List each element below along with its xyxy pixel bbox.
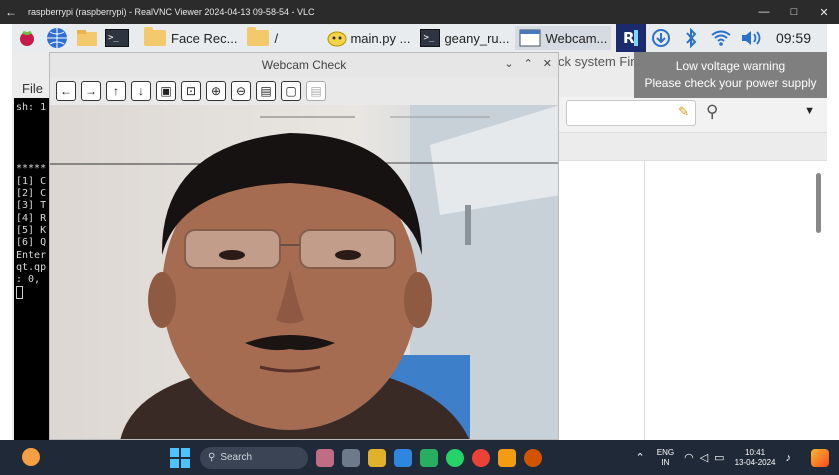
low-voltage-warning[interactable]: Low voltage warning Please check your po… bbox=[634, 52, 827, 98]
svg-text:R: R bbox=[623, 29, 635, 47]
powerpoint-icon[interactable] bbox=[524, 448, 542, 467]
chevron-up-icon[interactable]: ⌃ bbox=[636, 451, 645, 464]
back-icon[interactable]: ← bbox=[56, 81, 76, 101]
terminal-cursor bbox=[16, 286, 23, 300]
geany-window-title: ck system Fin bbox=[558, 54, 638, 69]
webcam-image bbox=[50, 105, 558, 439]
folder-icon bbox=[144, 27, 166, 46]
windows-clock[interactable]: 10:41 13-04-2024 bbox=[735, 448, 776, 468]
close-icon[interactable]: ✕ bbox=[543, 57, 552, 70]
whatsapp-icon[interactable] bbox=[446, 448, 464, 467]
down-icon[interactable]: ↓ bbox=[131, 81, 151, 101]
chrome-icon[interactable] bbox=[472, 448, 490, 467]
webcam-toolbar: ← → ↑ ↓ ▣ ⊡ ⊕ ⊖ ▤ ▢ ▤ bbox=[50, 77, 558, 105]
warning-message: Please check your power supply bbox=[644, 76, 817, 90]
windows-search-box[interactable]: ⚲ Search bbox=[200, 446, 308, 469]
webcam-titlebar[interactable]: Webcam Check ⌄ ⌃ ✕ bbox=[50, 53, 558, 77]
notification-bell-icon[interactable]: ♪ bbox=[786, 452, 792, 464]
edge-browser-icon[interactable] bbox=[394, 448, 412, 467]
geany-search-input[interactable]: ✎ bbox=[566, 100, 696, 126]
vnc-server-icon[interactable]: R bbox=[615, 24, 646, 52]
vlc-icon[interactable] bbox=[498, 448, 516, 467]
windows-start-icon[interactable] bbox=[170, 447, 190, 468]
wifi-icon[interactable]: ◠ bbox=[684, 451, 694, 464]
web-browser-icon[interactable] bbox=[44, 27, 70, 49]
volume-icon[interactable] bbox=[736, 24, 766, 52]
zoom-out-icon[interactable]: ⊖ bbox=[231, 81, 251, 101]
taskbar-item-webcam[interactable]: Webcam... bbox=[515, 26, 612, 50]
geany-editor-area bbox=[558, 160, 827, 441]
dropdown-arrow-icon[interactable]: ▼ bbox=[804, 105, 815, 117]
windows-taskbar: ⚲ Search ⌃ ENG IN ◠ ◁ ▭ 10:41 13-04-2024… bbox=[0, 440, 839, 475]
fit-image-icon[interactable]: ▣ bbox=[156, 81, 176, 101]
webcam-window-title: Webcam Check bbox=[261, 58, 347, 72]
zoom-in-icon[interactable]: ⊕ bbox=[206, 81, 226, 101]
copilot-icon[interactable] bbox=[811, 448, 829, 467]
minimize-button[interactable]: — bbox=[749, 6, 779, 18]
file-explorer-icon[interactable] bbox=[368, 448, 386, 467]
search-icon: ⚲ bbox=[208, 452, 216, 463]
app-icon[interactable] bbox=[342, 448, 360, 467]
geany-icon bbox=[327, 31, 347, 47]
up-icon[interactable]: ↑ bbox=[106, 81, 126, 101]
pi-clock: 09:59 bbox=[775, 30, 811, 46]
windows-system-tray: ⌃ ENG IN ◠ ◁ ▭ 10:41 13-04-2024 ♪ bbox=[636, 448, 839, 468]
webcam-check-window: Webcam Check ⌄ ⌃ ✕ ← → ↑ ↓ ▣ ⊡ ⊕ ⊖ ▤ ▢ ▤ bbox=[49, 52, 559, 440]
terminal-launcher-icon[interactable]: >_ bbox=[104, 27, 130, 49]
weather-widget-icon[interactable] bbox=[22, 448, 40, 466]
language-indicator[interactable]: ENG IN bbox=[657, 448, 674, 468]
raspberry-pi-panel: >_ Face Rec... / main.py ... >_ geany_ru… bbox=[12, 24, 827, 52]
taskbar-item-geany-run[interactable]: >_ geany_ru... bbox=[416, 26, 513, 50]
taskbar-item-root-folder[interactable]: / bbox=[243, 26, 321, 50]
window-title: raspberrypi (raspberrypi) - RealVNC View… bbox=[28, 7, 315, 17]
chevron-down-icon[interactable]: ⌄ bbox=[504, 57, 513, 70]
back-arrow-icon[interactable]: ← bbox=[0, 5, 22, 19]
copy-icon[interactable]: ▢ bbox=[281, 81, 301, 101]
taskbar-item-face-rec[interactable]: Face Rec... bbox=[140, 26, 241, 50]
raspberry-menu-icon[interactable] bbox=[14, 27, 40, 49]
window-icon bbox=[519, 29, 541, 47]
app-icon[interactable] bbox=[420, 448, 438, 467]
sidebar-divider bbox=[644, 161, 645, 441]
maximize-button[interactable]: □ bbox=[779, 6, 809, 18]
battery-icon[interactable]: ▭ bbox=[714, 451, 724, 464]
file-manager-icon[interactable] bbox=[74, 27, 100, 49]
file-menu[interactable]: File bbox=[22, 81, 43, 96]
terminal-icon: >_ bbox=[420, 29, 441, 47]
fit-window-icon[interactable]: ⊡ bbox=[181, 81, 201, 101]
chevron-up-icon[interactable]: ⌃ bbox=[524, 57, 533, 70]
taskview-icon[interactable] bbox=[316, 448, 334, 467]
updates-icon[interactable] bbox=[646, 24, 676, 52]
taskbar-item-main-py[interactable]: main.py ... bbox=[323, 26, 414, 50]
folder-icon bbox=[247, 27, 270, 46]
warning-title: Low voltage warning bbox=[675, 59, 786, 73]
save-disabled-icon: ▤ bbox=[306, 81, 326, 101]
search-icon[interactable]: ⚲ bbox=[706, 102, 718, 122]
system-tray: R 09:59 bbox=[615, 24, 827, 52]
terminal-output: sh: 1 ***** [1] C [2] C [3] T [4] R [5] … bbox=[14, 98, 50, 474]
save-icon[interactable]: ▤ bbox=[256, 81, 276, 101]
volume-icon[interactable]: ◁ bbox=[700, 451, 708, 464]
forward-icon[interactable]: → bbox=[81, 81, 101, 101]
vnc-titlebar: ← raspberrypi (raspberrypi) - RealVNC Vi… bbox=[0, 0, 839, 24]
bluetooth-icon[interactable] bbox=[676, 24, 706, 52]
close-button[interactable]: ✕ bbox=[809, 6, 839, 19]
clear-broom-icon[interactable]: ✎ bbox=[678, 104, 689, 120]
wifi-icon[interactable] bbox=[706, 24, 736, 52]
geany-toolbar: ✎ ⚲ ▼ bbox=[558, 97, 827, 133]
vertical-scrollbar[interactable] bbox=[816, 173, 821, 233]
